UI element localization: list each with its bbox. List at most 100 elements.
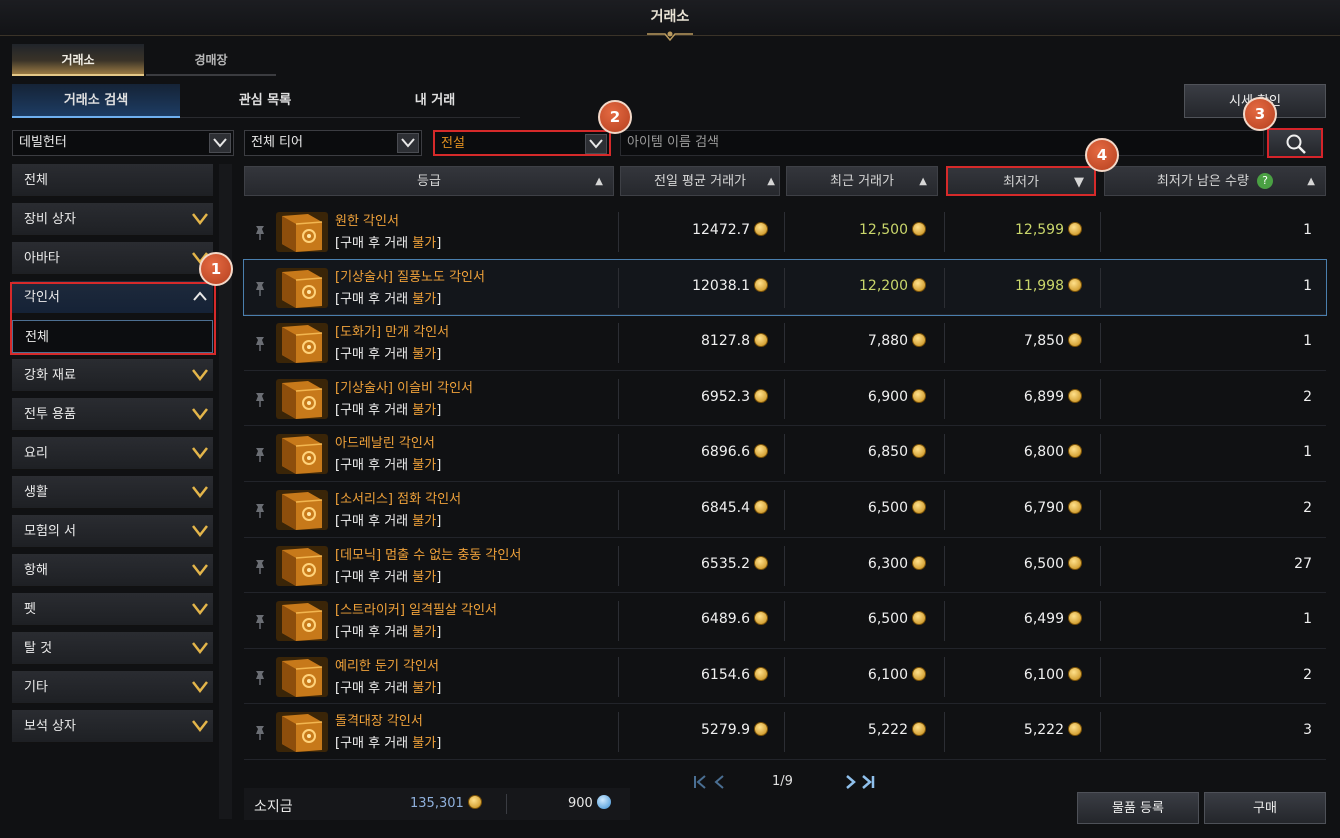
- lowest-price-value: 7,850: [1023, 333, 1064, 350]
- chevron-down-icon: [192, 369, 208, 382]
- pin-icon[interactable]: [253, 392, 267, 408]
- engraving-book-icon: [276, 545, 328, 586]
- sidebar-item-avatar[interactable]: 아바타: [12, 242, 213, 275]
- tab-my-trades[interactable]: 내 거래: [350, 84, 520, 118]
- col-header-avg-price[interactable]: 전일 평균 거래가 ▲: [620, 166, 780, 196]
- highlight-box-category: [10, 282, 216, 355]
- pin-icon[interactable]: [253, 447, 267, 463]
- divider: [618, 489, 619, 530]
- trade-restriction: [구매 후 거래 불가]: [335, 399, 441, 418]
- trade-restriction: [구매 후 거래 불가]: [335, 454, 441, 473]
- trade-suffix: ]: [436, 513, 442, 529]
- grade-select[interactable]: 전설: [433, 130, 611, 156]
- sidebar-item-label: 장비 상자: [24, 212, 76, 227]
- avg-price-value: 12038.1: [692, 277, 750, 294]
- sidebar-item-life[interactable]: 생활: [12, 476, 213, 509]
- table-row[interactable]: 아드레날린 각인서 [구매 후 거래 불가] 6896.6 6,850 6,80…: [244, 426, 1326, 482]
- tab-watchlist[interactable]: 관심 목록: [180, 84, 350, 118]
- last-page-icon[interactable]: [860, 774, 876, 790]
- sidebar-item-equipment-box[interactable]: 장비 상자: [12, 203, 213, 236]
- trade-status: 불가: [412, 569, 437, 585]
- table-row[interactable]: [도화가] 만개 각인서 [구매 후 거래 불가] 8127.8 7,880 7…: [244, 315, 1326, 371]
- pin-icon[interactable]: [253, 336, 267, 352]
- recent-price: 6,500: [786, 611, 926, 627]
- trade-restriction: [구매 후 거래 불가]: [335, 232, 441, 251]
- lowest-price: 11,998: [946, 277, 1082, 294]
- next-page-icon[interactable]: [844, 774, 858, 790]
- sidebar-item-cooking[interactable]: 요리: [12, 437, 213, 470]
- table-row[interactable]: 예리한 둔기 각인서 [구매 후 거래 불가] 6154.6 6,100 6,1…: [244, 649, 1326, 705]
- chevron-down-icon: [192, 642, 208, 655]
- chevron-down-icon: [192, 408, 208, 421]
- sidebar-item-adventure-tome[interactable]: 모험의 서: [12, 515, 213, 548]
- divider: [944, 378, 945, 419]
- col-header-remaining[interactable]: 최저가 남은 수량 ? ▲: [1104, 166, 1326, 196]
- sidebar-item-etc[interactable]: 기타: [12, 671, 213, 704]
- table-row[interactable]: [스트라이커] 일격필살 각인서 [구매 후 거래 불가] 6489.6 6,5…: [244, 593, 1326, 649]
- engraving-book-icon: [276, 212, 328, 252]
- table-row[interactable]: [기상술사] 질풍노도 각인서 [구매 후 거래 불가] 12038.1 12,…: [243, 258, 1327, 317]
- pin-icon[interactable]: [253, 670, 267, 686]
- recent-price: 6,100: [786, 666, 926, 683]
- pin-icon[interactable]: [253, 559, 267, 575]
- prev-page-icon[interactable]: [712, 774, 726, 790]
- pin-icon[interactable]: [253, 225, 267, 241]
- pin-icon[interactable]: [253, 614, 267, 630]
- sidebar-item-all[interactable]: 전체: [12, 164, 213, 197]
- recent-price-value: 5,222: [867, 722, 908, 739]
- item-search-input[interactable]: 아이템 이름 검색: [620, 130, 1264, 156]
- sidebar-item-gem-box[interactable]: 보석 상자: [12, 710, 213, 743]
- tier-select[interactable]: 전체 티어: [244, 130, 422, 156]
- table-row[interactable]: [소서리스] 점화 각인서 [구매 후 거래 불가] 6845.4 6,500 …: [244, 482, 1326, 538]
- table-row[interactable]: [데모닉] 멈출 수 없는 충동 각인서 [구매 후 거래 불가] 6535.2…: [244, 538, 1326, 594]
- engraving-book-icon: [276, 267, 328, 308]
- divider: [1100, 712, 1101, 753]
- first-page-icon[interactable]: [692, 774, 708, 790]
- divider: [944, 712, 945, 753]
- col-header-recent-price[interactable]: 최근 거래가 ▲: [786, 166, 938, 196]
- avg-price: 6952.3: [620, 388, 768, 405]
- col-header-grade[interactable]: 등급 ▲: [244, 166, 614, 196]
- table-row[interactable]: 원한 각인서 [구매 후 거래 불가] 12472.7 12,500 12,59…: [244, 204, 1326, 260]
- sidebar-item-pet[interactable]: 펫: [12, 593, 213, 626]
- sidebar-item-sailing[interactable]: 항해: [12, 554, 213, 587]
- lowest-price: 6,800: [946, 444, 1082, 460]
- col-header-lowest-price[interactable]: 최저가 ▼: [946, 166, 1096, 196]
- trade-restriction: [구매 후 거래 불가]: [335, 732, 441, 751]
- help-icon[interactable]: ?: [1257, 173, 1274, 189]
- engraving-book-icon: [276, 323, 328, 364]
- sidebar-item-label: 보석 상자: [24, 719, 76, 734]
- table-row[interactable]: 돌격대장 각인서 [구매 후 거래 불가] 5279.9 5,222 5,222…: [244, 704, 1326, 760]
- trade-suffix: ]: [436, 458, 442, 474]
- class-select[interactable]: 데빌헌터: [12, 130, 234, 156]
- pin-icon[interactable]: [253, 503, 267, 519]
- sidebar-item-upgrade-materials[interactable]: 강화 재료: [12, 359, 213, 392]
- gold-coin-icon: [754, 222, 768, 236]
- trade-status: 불가: [412, 625, 437, 641]
- engraving-book-icon: [276, 434, 328, 475]
- divider: [784, 267, 785, 308]
- tab-auction[interactable]: 경매장: [146, 44, 276, 76]
- table-row[interactable]: [기상술사] 이슬비 각인서 [구매 후 거래 불가] 6952.3 6,900…: [244, 371, 1326, 427]
- pin-icon[interactable]: [253, 281, 267, 297]
- divider: [618, 378, 619, 419]
- pin-icon[interactable]: [253, 725, 267, 741]
- trade-suffix: ]: [436, 347, 442, 363]
- crystal-balance-value: 900: [568, 796, 593, 811]
- col-header-avg-label: 전일 평균 거래가: [654, 174, 746, 189]
- avg-price-value: 6535.2: [701, 555, 750, 572]
- buy-button[interactable]: 구매: [1204, 792, 1326, 824]
- lowest-price-value: 6,500: [1023, 555, 1064, 572]
- tab-exchange[interactable]: 거래소: [12, 44, 144, 76]
- sidebar-item-mount[interactable]: 탈 것: [12, 632, 213, 665]
- tab-exchange-search[interactable]: 거래소 검색: [12, 84, 180, 118]
- recent-price: 6,300: [786, 555, 926, 572]
- chevron-down-icon: [209, 133, 231, 153]
- search-button[interactable]: [1267, 128, 1323, 158]
- gold-coin-icon: [754, 277, 768, 292]
- sidebar-item-battle-items[interactable]: 전투 용품: [12, 398, 213, 431]
- register-item-button[interactable]: 물품 등록: [1077, 792, 1199, 824]
- gold-coin-icon: [754, 555, 768, 570]
- gold-coin-icon: [912, 666, 926, 681]
- trade-status: 불가: [412, 236, 437, 251]
